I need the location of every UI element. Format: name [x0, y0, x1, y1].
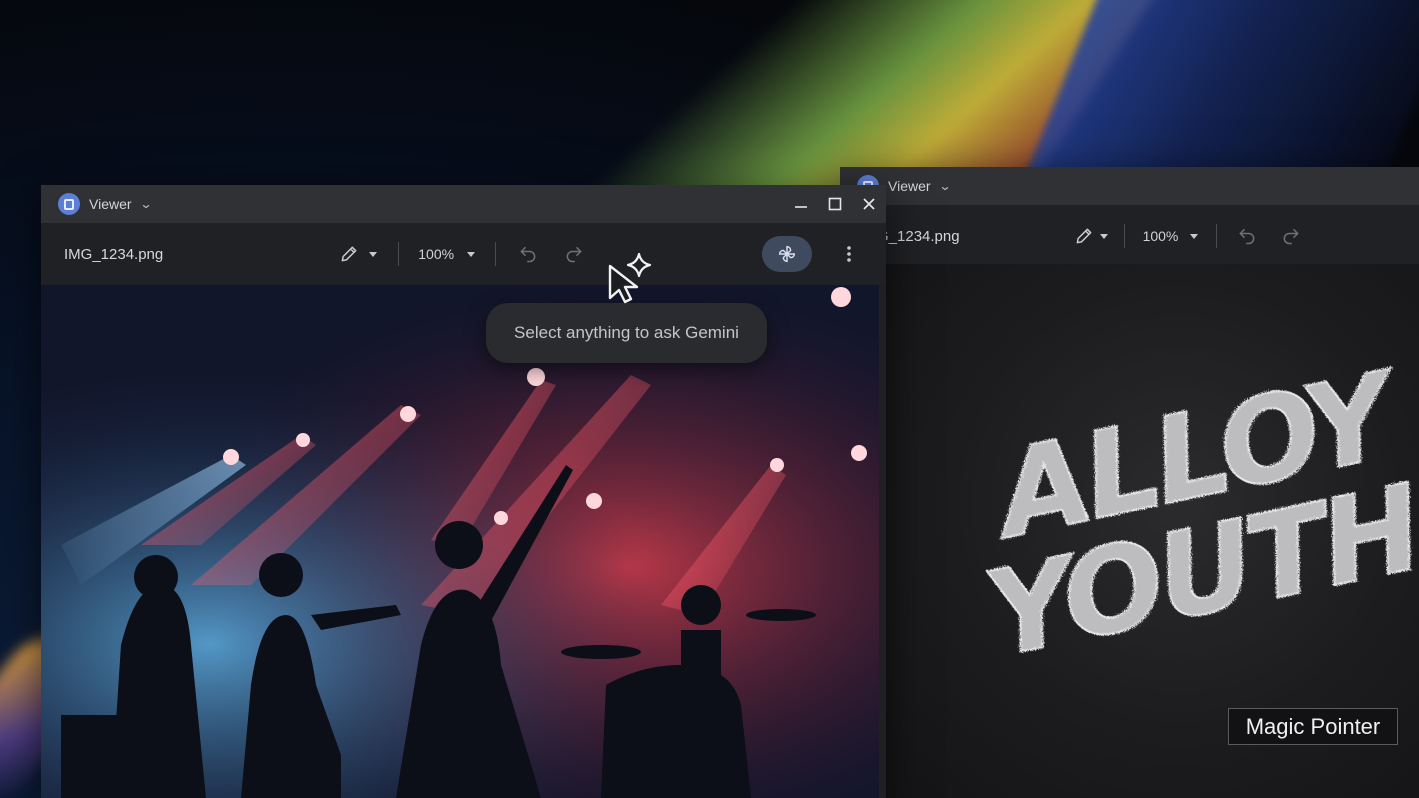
- redo-button[interactable]: [564, 244, 584, 264]
- close-button[interactable]: [852, 185, 886, 223]
- titlebar[interactable]: Viewer ⌄: [840, 167, 1419, 205]
- window-controls: [784, 185, 886, 223]
- gemini-button[interactable]: [762, 236, 813, 272]
- more-vertical-icon: [847, 246, 851, 262]
- zoom-select[interactable]: 100%: [418, 246, 476, 262]
- zoom-select[interactable]: 100%: [1143, 228, 1199, 244]
- toolbar-divider: [1216, 224, 1218, 248]
- pencil-icon: [1076, 228, 1091, 244]
- pencil-icon: [341, 246, 357, 262]
- gemini-tooltip: Select anything to ask Gemini: [486, 303, 767, 363]
- zoom-level: 100%: [418, 246, 455, 262]
- viewer-toolbar: G_1234.png 100%: [840, 205, 1419, 267]
- undo-icon: [520, 246, 536, 263]
- app-title[interactable]: Viewer: [89, 196, 132, 212]
- caret-down-icon: [369, 251, 378, 257]
- feature-caption: Magic Pointer: [1228, 708, 1398, 745]
- edit-button[interactable]: [339, 244, 378, 264]
- undo-button[interactable]: [1237, 226, 1257, 246]
- chevron-down-icon[interactable]: ⌄: [139, 197, 152, 211]
- redo-icon: [1284, 228, 1300, 245]
- caret-down-icon: [1099, 233, 1108, 239]
- redo-button[interactable]: [1281, 226, 1301, 246]
- maximize-icon: [828, 197, 842, 211]
- edit-button[interactable]: [1074, 226, 1108, 246]
- titlebar[interactable]: Viewer ⌄: [41, 185, 886, 223]
- undo-icon: [1239, 228, 1255, 245]
- caret-down-icon: [1190, 233, 1199, 239]
- magic-pointer-cursor-icon: [608, 252, 652, 304]
- redo-icon: [566, 246, 582, 263]
- caret-down-icon: [467, 251, 476, 257]
- viewer-window[interactable]: Viewer ⌄ IMG_1234.png 100%: [41, 185, 886, 798]
- file-name: G_1234.png: [877, 227, 960, 245]
- toolbar-divider: [1123, 224, 1125, 248]
- concert-photo: [41, 285, 879, 798]
- zoom-level: 100%: [1142, 228, 1179, 244]
- file-name: IMG_1234.png: [64, 245, 164, 263]
- more-button[interactable]: [846, 245, 852, 263]
- gemini-pinwheel-icon: [778, 245, 796, 263]
- viewer-app-icon: [58, 193, 80, 215]
- viewer-window-background[interactable]: Viewer ⌄ G_1234.png 100% ALLOY YOUTH: [840, 167, 1419, 798]
- maximize-button[interactable]: [818, 185, 852, 223]
- toolbar-divider: [495, 242, 497, 266]
- viewer-toolbar: IMG_1234.png 100%: [41, 223, 886, 285]
- app-title[interactable]: Viewer: [888, 178, 931, 194]
- toolbar-divider: [398, 242, 400, 266]
- image-canvas[interactable]: [41, 285, 879, 798]
- chevron-down-icon[interactable]: ⌄: [938, 179, 951, 193]
- minimize-button[interactable]: [784, 185, 818, 223]
- close-icon: [863, 198, 875, 210]
- undo-button[interactable]: [518, 244, 538, 264]
- minimize-icon: [795, 206, 807, 208]
